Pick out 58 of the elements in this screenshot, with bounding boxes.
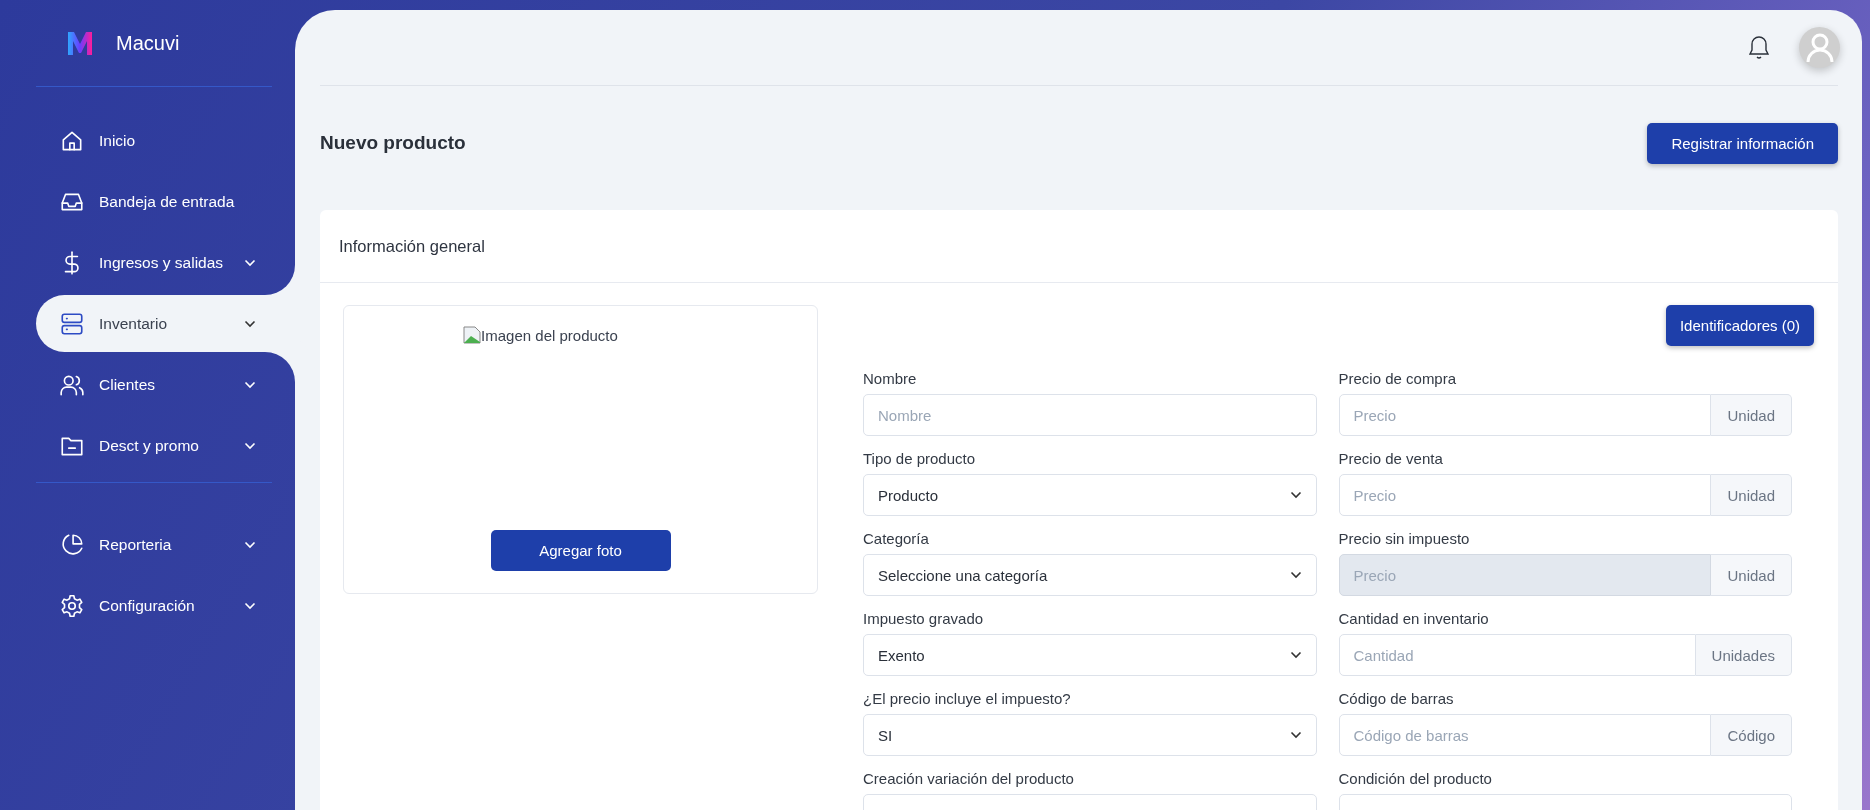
field-label: Impuesto gravado xyxy=(863,610,985,627)
logo-icon xyxy=(66,29,94,57)
page-title: Nuevo producto xyxy=(320,132,466,154)
chevron-down-icon xyxy=(1289,731,1302,739)
brand-name: Macuvi xyxy=(116,31,180,55)
unit-addon: Unidad xyxy=(1711,394,1792,436)
sidebar-item[interactable]: Configuración xyxy=(36,577,295,634)
text-field[interactable]: Nombre xyxy=(863,394,1317,436)
sidebar-item[interactable]: Reporteria xyxy=(36,516,295,573)
chevron-down-icon xyxy=(244,258,256,267)
field-label: Categoría xyxy=(863,530,930,547)
bell-icon[interactable] xyxy=(1747,34,1771,61)
sidebar-item[interactable]: Desct y promo xyxy=(36,417,295,474)
card-title: Información general xyxy=(339,236,485,256)
pie-chart-icon xyxy=(59,531,85,558)
add-photo-button[interactable]: Agregar foto xyxy=(490,530,671,571)
unit-addon: Unidades xyxy=(1695,634,1792,676)
text-field[interactable]: Código de barras xyxy=(1338,714,1712,756)
unit-addon: Código xyxy=(1711,714,1792,756)
sidebar-item[interactable]: Ingresos y salidas xyxy=(36,234,295,291)
select-field[interactable]: Producto xyxy=(863,474,1317,516)
settings-icon xyxy=(59,592,85,619)
chevron-down-icon xyxy=(244,540,256,549)
avatar[interactable] xyxy=(1799,27,1840,68)
field-label: Código de barras xyxy=(1338,690,1455,707)
text-field[interactable]: Precio xyxy=(1338,394,1712,436)
field-label: Precio de venta xyxy=(1338,450,1444,467)
broken-image-icon xyxy=(463,326,482,344)
field-label: ¿El precio incluye el impuesto? xyxy=(863,690,1072,707)
text-field[interactable]: Precio xyxy=(1338,474,1712,516)
identifiers-button[interactable]: Identificadores (0) xyxy=(1665,305,1814,346)
user-icon xyxy=(1805,32,1834,63)
field-label: Condición del producto xyxy=(1338,770,1493,787)
chevron-down-icon xyxy=(244,441,256,450)
chevron-down-icon xyxy=(244,319,256,328)
unit-addon: Unidad xyxy=(1711,554,1792,596)
select-field[interactable]: Exento xyxy=(863,634,1317,676)
sidebar-item[interactable]: Bandeja de entrada xyxy=(36,173,295,230)
text-field[interactable]: Cantidad xyxy=(1338,634,1696,676)
field-label: Tipo de producto xyxy=(863,450,977,467)
chevron-down-icon xyxy=(1289,571,1302,579)
sidebar-item[interactable]: Clientes xyxy=(36,356,295,413)
unit-addon: Unidad xyxy=(1711,474,1792,516)
field-label: Precio de compra xyxy=(1338,370,1458,387)
register-button[interactable]: Registrar información xyxy=(1647,122,1838,164)
image-alt-text: Imagen del producto xyxy=(481,326,618,344)
chevron-down-icon xyxy=(244,380,256,389)
field-label: Nombre xyxy=(863,370,918,387)
chevron-down-icon xyxy=(244,601,256,610)
select-field[interactable]: SI xyxy=(863,714,1317,756)
chevron-down-icon xyxy=(1289,651,1302,659)
field-label: Creación variación del producto xyxy=(863,770,1075,787)
field-label: Cantidad en inventario xyxy=(1338,610,1490,627)
field-label: Precio sin impuesto xyxy=(1338,530,1471,547)
server-icon xyxy=(59,310,85,337)
sidebar-item[interactable]: Inicio xyxy=(36,112,295,169)
chevron-down-icon xyxy=(1289,491,1302,499)
select-field[interactable]: Seleccione una categoría xyxy=(863,554,1317,596)
